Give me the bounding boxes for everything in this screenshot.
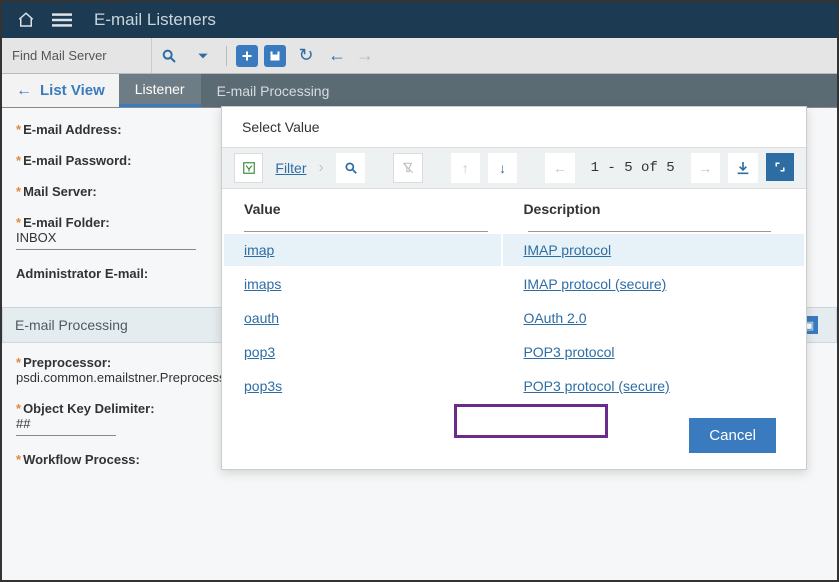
paging-text: 1 - 5 of 5: [583, 160, 683, 176]
description-link[interactable]: OAuth 2.0: [523, 310, 586, 326]
page-title: E-mail Listeners: [94, 10, 216, 30]
tab-listener[interactable]: Listener: [119, 74, 201, 107]
description-link[interactable]: IMAP protocol: [523, 242, 611, 258]
tab-email-processing[interactable]: E-mail Processing: [201, 74, 346, 107]
tab-bar: ← List View Listener E-mail Processing: [2, 74, 837, 108]
filter-link[interactable]: Filter: [275, 160, 306, 176]
table-row[interactable]: pop3 POP3 protocol: [224, 336, 804, 368]
cancel-button[interactable]: Cancel: [689, 418, 776, 453]
arrow-down-icon[interactable]: ↓: [488, 153, 517, 183]
page-prev-icon: ←: [545, 153, 574, 183]
list-view-button[interactable]: ← List View: [2, 74, 119, 107]
add-icon[interactable]: [236, 45, 258, 67]
table-row[interactable]: imaps IMAP protocol (secure): [224, 268, 804, 300]
list-view-label: List View: [40, 82, 105, 99]
save-icon[interactable]: [264, 45, 286, 67]
page-next-icon: →: [691, 153, 720, 183]
table-row[interactable]: oauth OAuth 2.0: [224, 302, 804, 334]
forward-icon: →: [356, 45, 374, 66]
value-table: Value Description imap IMAP protocol imaps…: [222, 189, 806, 404]
app-header: E-mail Listeners: [2, 2, 837, 38]
value-link[interactable]: imaps: [244, 276, 281, 292]
filter-toggle-icon[interactable]: [234, 153, 263, 183]
table-row[interactable]: pop3s POP3 protocol (secure): [224, 370, 804, 402]
value-link[interactable]: oauth: [244, 310, 279, 326]
description-link[interactable]: IMAP protocol (secure): [523, 276, 666, 292]
value-link[interactable]: imap: [244, 242, 274, 258]
dialog-toolbar: Filter › ↑ ↓ ← 1 - 5 of 5 →: [222, 147, 806, 189]
description-link[interactable]: POP3 protocol: [523, 344, 614, 360]
dialog-footer: Cancel: [222, 404, 806, 453]
col-description[interactable]: Description: [503, 191, 804, 223]
download-icon[interactable]: [728, 153, 758, 183]
arrow-up-icon: ↑: [451, 153, 480, 183]
search-icon[interactable]: [336, 153, 365, 183]
search-icon[interactable]: [154, 41, 184, 71]
find-mail-server-input[interactable]: Find Mail Server: [2, 38, 152, 73]
menu-icon[interactable]: [48, 6, 76, 34]
separator: [226, 46, 227, 66]
col-value[interactable]: Value: [224, 191, 501, 223]
home-icon[interactable]: [12, 6, 40, 34]
refresh-icon[interactable]: ↻: [291, 41, 321, 71]
back-icon[interactable]: ←: [328, 45, 346, 66]
clear-filter-icon: [393, 153, 422, 183]
description-link[interactable]: POP3 protocol (secure): [523, 378, 669, 394]
dialog-title: Select Value: [222, 107, 806, 147]
value-link[interactable]: pop3: [244, 344, 275, 360]
table-row[interactable]: imap IMAP protocol: [224, 234, 804, 266]
chevron-right-icon: ›: [319, 159, 324, 177]
chevron-down-icon[interactable]: [188, 41, 218, 71]
value-link[interactable]: pop3s: [244, 378, 282, 394]
toolbar: Find Mail Server ↻ ← →: [2, 38, 837, 74]
back-arrow-icon: ←: [16, 82, 32, 100]
expand-icon[interactable]: [766, 153, 794, 181]
select-value-dialog: Select Value Filter › ↑ ↓ ← 1 - 5 of 5 →: [221, 106, 807, 470]
